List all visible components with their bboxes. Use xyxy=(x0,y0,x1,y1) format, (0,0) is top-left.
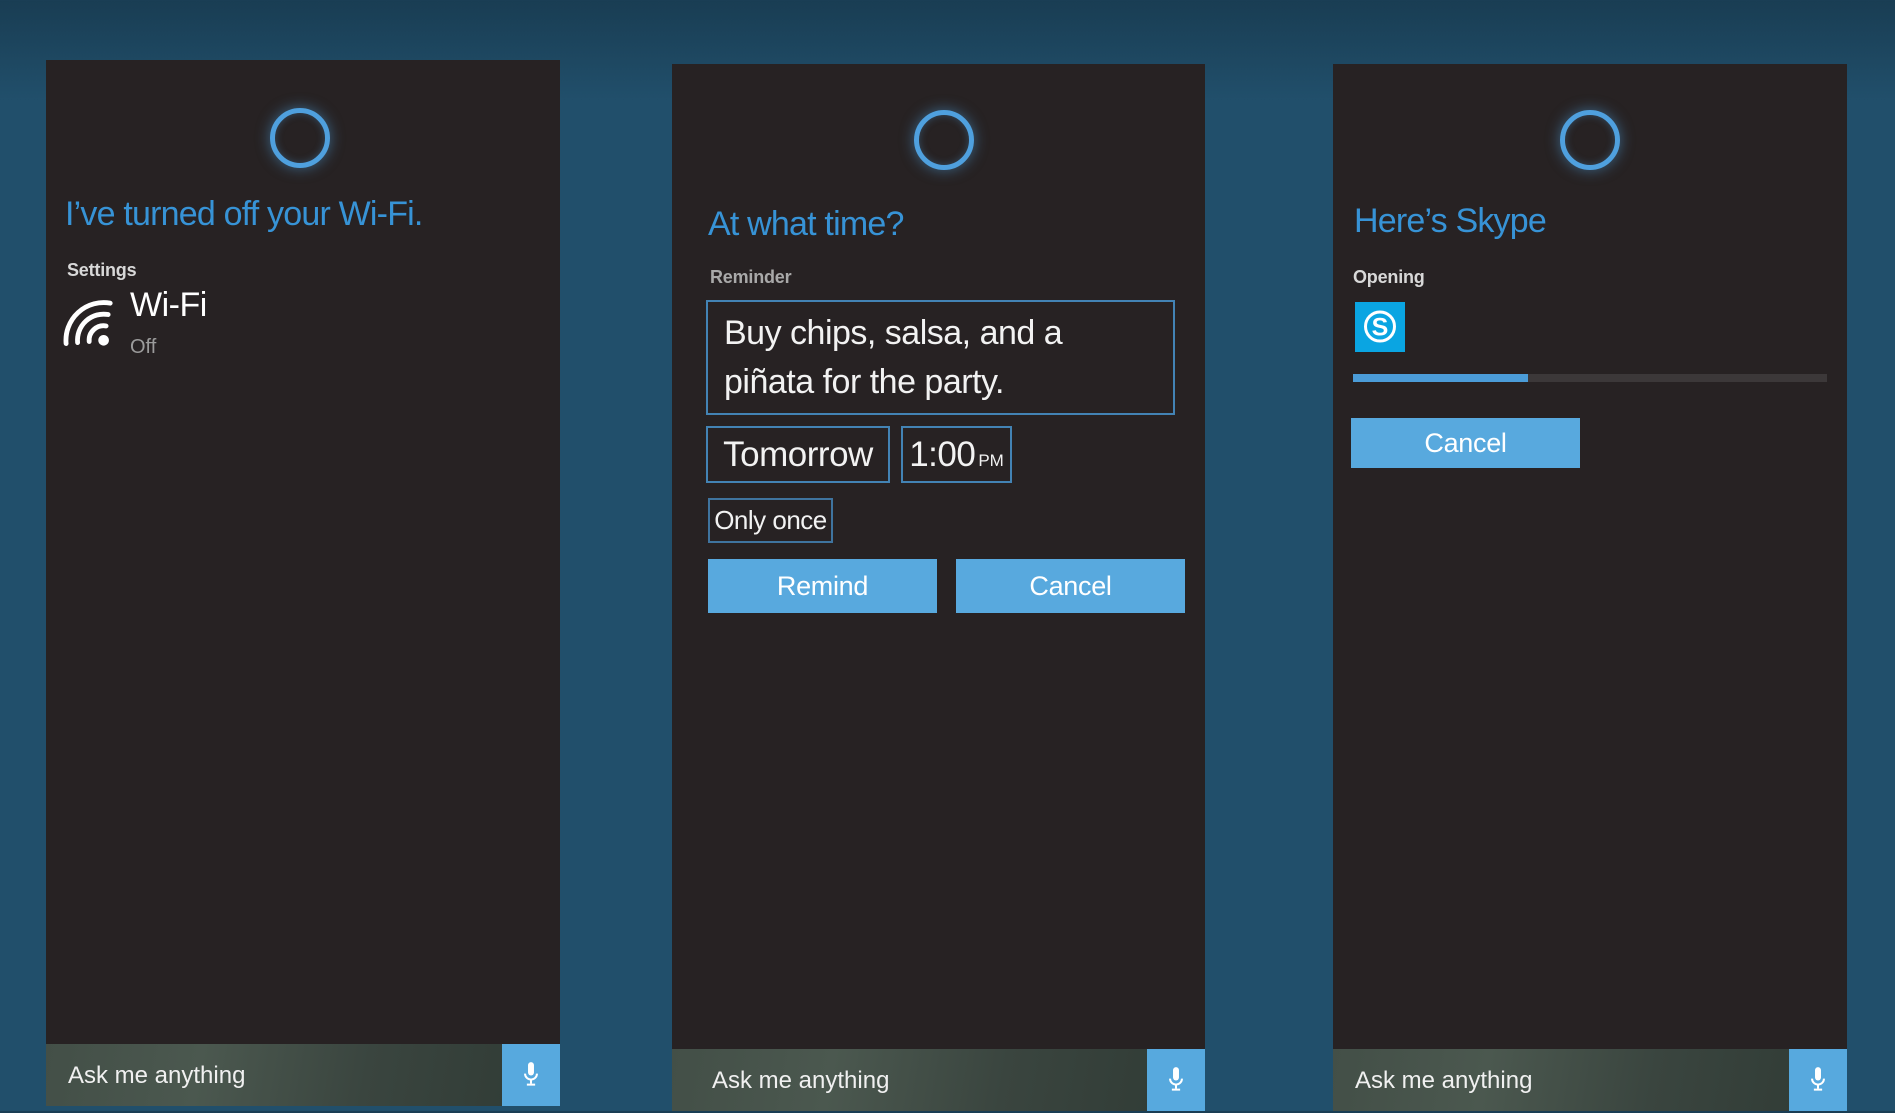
search-input[interactable] xyxy=(1353,1049,1717,1113)
wifi-setting-row[interactable]: Wi-Fi Off xyxy=(63,282,393,372)
cortana-panel-skype: Here’s Skype Opening S Cancel xyxy=(1333,64,1847,1111)
mic-button[interactable] xyxy=(1789,1049,1847,1111)
search-bar xyxy=(672,1049,1205,1111)
date-chip[interactable]: Tomorrow xyxy=(706,426,890,483)
panel-title: At what time? xyxy=(708,205,904,244)
time-meridiem: PM xyxy=(978,451,1004,471)
reminder-text-box[interactable]: Buy chips, salsa, and a piñata for the p… xyxy=(706,300,1175,415)
recurrence-chip[interactable]: Only once xyxy=(708,498,833,543)
skype-letter: S xyxy=(1372,314,1389,342)
microphone-icon xyxy=(1807,1065,1829,1095)
search-bar xyxy=(1333,1049,1847,1111)
progress-fill xyxy=(1353,374,1528,382)
search-input[interactable] xyxy=(710,1049,1074,1113)
cancel-button[interactable]: Cancel xyxy=(956,559,1185,613)
progress-bar xyxy=(1353,374,1827,382)
cortana-panel-wifi: I’ve turned off your Wi-Fi. Settings Wi-… xyxy=(46,60,560,1106)
section-label: Reminder xyxy=(710,267,791,288)
search-input[interactable] xyxy=(66,1044,430,1108)
remind-button[interactable]: Remind xyxy=(708,559,937,613)
skype-icon: S xyxy=(1355,302,1405,352)
search-bar xyxy=(46,1044,560,1106)
panel-title: I’ve turned off your Wi-Fi. xyxy=(65,195,423,234)
reminder-text-line: piñata for the party. xyxy=(724,358,1157,407)
mic-button[interactable] xyxy=(502,1044,560,1106)
cortana-panel-reminder: At what time? Reminder Buy chips, salsa,… xyxy=(672,64,1205,1111)
reminder-text-line: Buy chips, salsa, and a xyxy=(724,309,1157,358)
cancel-button[interactable]: Cancel xyxy=(1351,418,1580,468)
mic-button[interactable] xyxy=(1147,1049,1205,1111)
wifi-icon xyxy=(63,288,121,350)
wifi-setting-status: Off xyxy=(130,336,156,359)
time-chip[interactable]: 1:00 PM xyxy=(901,426,1012,483)
microphone-icon xyxy=(520,1060,542,1090)
section-label: Opening xyxy=(1353,267,1425,288)
time-value: 1:00 xyxy=(909,435,975,475)
microphone-icon xyxy=(1165,1065,1187,1095)
panel-title: Here’s Skype xyxy=(1354,202,1546,241)
wifi-setting-name: Wi-Fi xyxy=(130,286,207,325)
cortana-ring-icon xyxy=(270,108,330,168)
section-label: Settings xyxy=(67,260,136,281)
cortana-ring-icon xyxy=(1560,110,1620,170)
cortana-ring-icon xyxy=(914,110,974,170)
